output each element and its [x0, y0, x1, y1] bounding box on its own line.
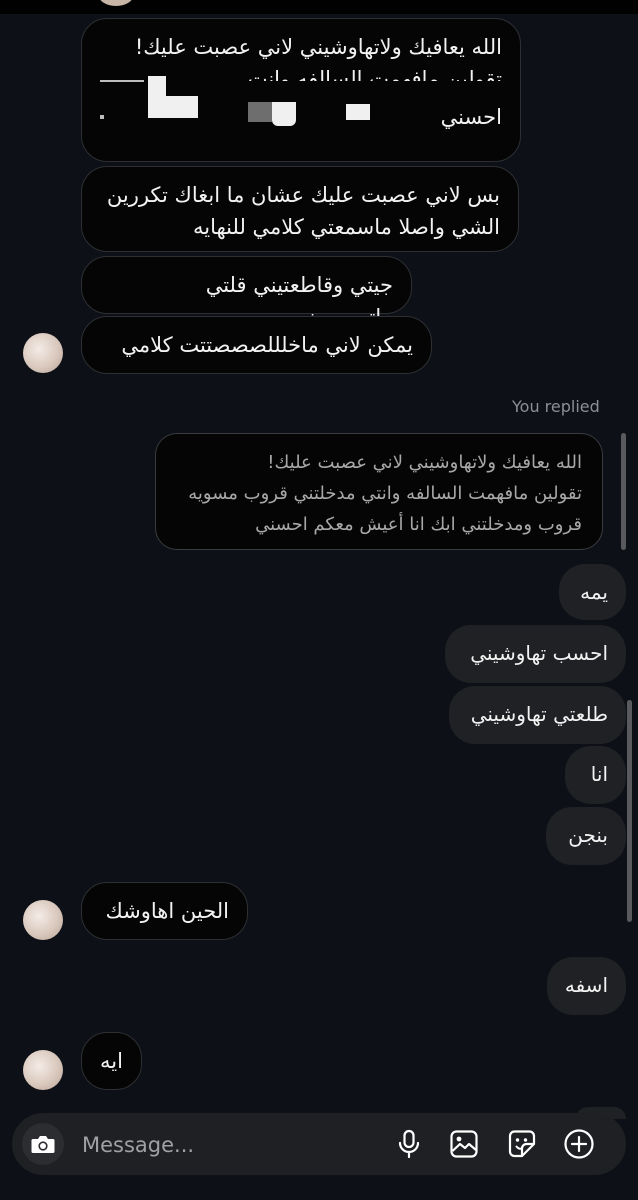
camera-button[interactable]: [22, 1123, 64, 1165]
gallery-button[interactable]: [447, 1127, 481, 1161]
message-text: الله يعافيك ولاتهاوشيني لاني عصبت عليك!: [134, 35, 502, 59]
quoted-message[interactable]: الله يعافيك ولاتهاوشيني لاني عصبت عليك! …: [155, 433, 603, 550]
redaction-mask: [148, 96, 198, 118]
redaction-mask: [346, 104, 370, 120]
camera-icon: [31, 1136, 55, 1153]
microphone-icon: [398, 1129, 420, 1159]
received-message[interactable]: يمكن لاني ماخلللصصصتتت كلامي: [81, 316, 432, 374]
sent-message[interactable]: انا: [565, 746, 626, 804]
redaction-mask: [100, 80, 144, 82]
received-message[interactable]: بس لاني عصبت عليك عشان ما ابغاك تكررين ا…: [81, 166, 519, 252]
redaction-mask: [272, 102, 296, 126]
avatar[interactable]: [23, 900, 63, 940]
gallery-icon: [450, 1130, 478, 1158]
avatar: [98, 0, 134, 6]
redaction-mask: [148, 76, 166, 96]
scrollbar[interactable]: [627, 700, 632, 922]
received-message[interactable]: ايه: [81, 1032, 142, 1090]
avatar[interactable]: [23, 333, 63, 373]
sticker-icon: [508, 1130, 536, 1158]
redaction-mask: [248, 102, 272, 122]
sent-message[interactable]: اسفه: [547, 957, 626, 1015]
microphone-button[interactable]: [392, 1127, 426, 1161]
top-bar: [0, 0, 638, 14]
add-button[interactable]: [562, 1127, 596, 1161]
received-message[interactable]: الحين اهاوشك: [81, 882, 248, 940]
avatar[interactable]: [23, 1050, 63, 1090]
redaction-mask: [100, 115, 104, 119]
message-input[interactable]: [80, 1125, 374, 1165]
you-replied-label: You replied: [512, 397, 600, 416]
sent-message[interactable]: طلعتي تهاوشيني: [449, 686, 626, 744]
sticker-button[interactable]: [505, 1127, 539, 1161]
sent-message[interactable]: بنجن: [546, 807, 626, 865]
add-icon: [564, 1129, 594, 1159]
sent-message[interactable]: يمه: [559, 564, 626, 620]
received-message[interactable]: الله يعافيك ولاتهاوشيني لاني عصبت عليك! …: [81, 18, 521, 162]
message-composer: [12, 1113, 626, 1175]
received-message[interactable]: جيتي وقاطعتيني قلتي ماتسميعيني: [81, 256, 412, 329]
sent-message[interactable]: احسب تهاوشيني: [445, 625, 626, 683]
scrollbar[interactable]: [621, 433, 626, 550]
